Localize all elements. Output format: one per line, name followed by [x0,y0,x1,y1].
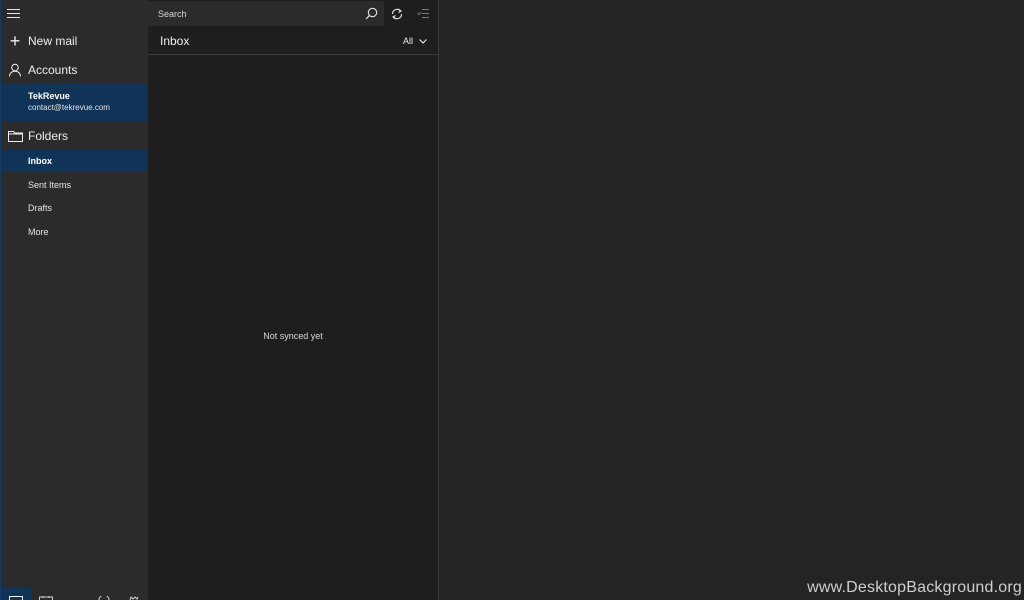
accounts-label: Accounts [28,63,78,77]
list-header: Inbox All [148,27,438,55]
watermark-text: www.DesktopBackground.org [807,579,1022,596]
filter-dropdown[interactable]: All [403,36,427,46]
hamburger-icon[interactable] [7,5,25,21]
folder-more[interactable]: More [1,221,148,243]
plus-icon: + [9,31,21,51]
folder-label: Inbox [28,156,52,166]
folder-label: Drafts [28,203,53,213]
navigation-pane: + New mail Accounts TekRevue contact@tek… [0,0,148,600]
people-switch-icon[interactable] [61,588,89,600]
folders-button[interactable]: Folders [1,121,148,151]
search-box[interactable] [148,1,384,26]
selection-mode-button[interactable] [410,1,436,26]
person-icon [9,63,21,77]
calendar-switch-icon[interactable] [31,588,61,600]
mail-switch-icon[interactable] [1,588,31,600]
folder-drafts[interactable]: Drafts [1,197,148,219]
feedback-switch-icon[interactable] [89,588,119,600]
folder-inbox[interactable]: Inbox [1,150,148,172]
new-mail-button[interactable]: + New mail [1,26,148,56]
sync-icon [391,8,403,19]
app-switcher-bar [1,588,148,600]
folder-label: Sent Items [28,180,72,190]
new-mail-label: New mail [28,34,78,48]
search-input[interactable] [158,8,348,19]
settings-switch-icon[interactable] [119,588,148,600]
mail-app: + New mail Accounts TekRevue contact@tek… [0,0,1024,600]
folder-sent-items[interactable]: Sent Items [1,174,148,196]
message-list-pane: Inbox All Not synced yet [148,0,438,600]
folder-label: More [28,227,49,237]
chevron-down-icon [419,38,427,44]
search-icon [365,7,377,20]
account-name: TekRevue [28,91,70,101]
folder-title: Inbox [160,34,190,48]
account-item[interactable]: TekRevue contact@tekrevue.com [1,84,148,121]
accounts-button[interactable]: Accounts [1,55,148,85]
selection-mode-icon [416,9,429,18]
reading-pane: www.DesktopBackground.org [439,0,1024,600]
filter-label: All [402,36,413,46]
account-email: contact@tekrevue.com [28,103,110,112]
folder-icon [7,131,23,142]
sync-button[interactable] [384,1,410,26]
search-button[interactable] [358,1,384,26]
empty-state-message: Not synced yet [263,331,323,341]
folders-label: Folders [28,129,69,143]
